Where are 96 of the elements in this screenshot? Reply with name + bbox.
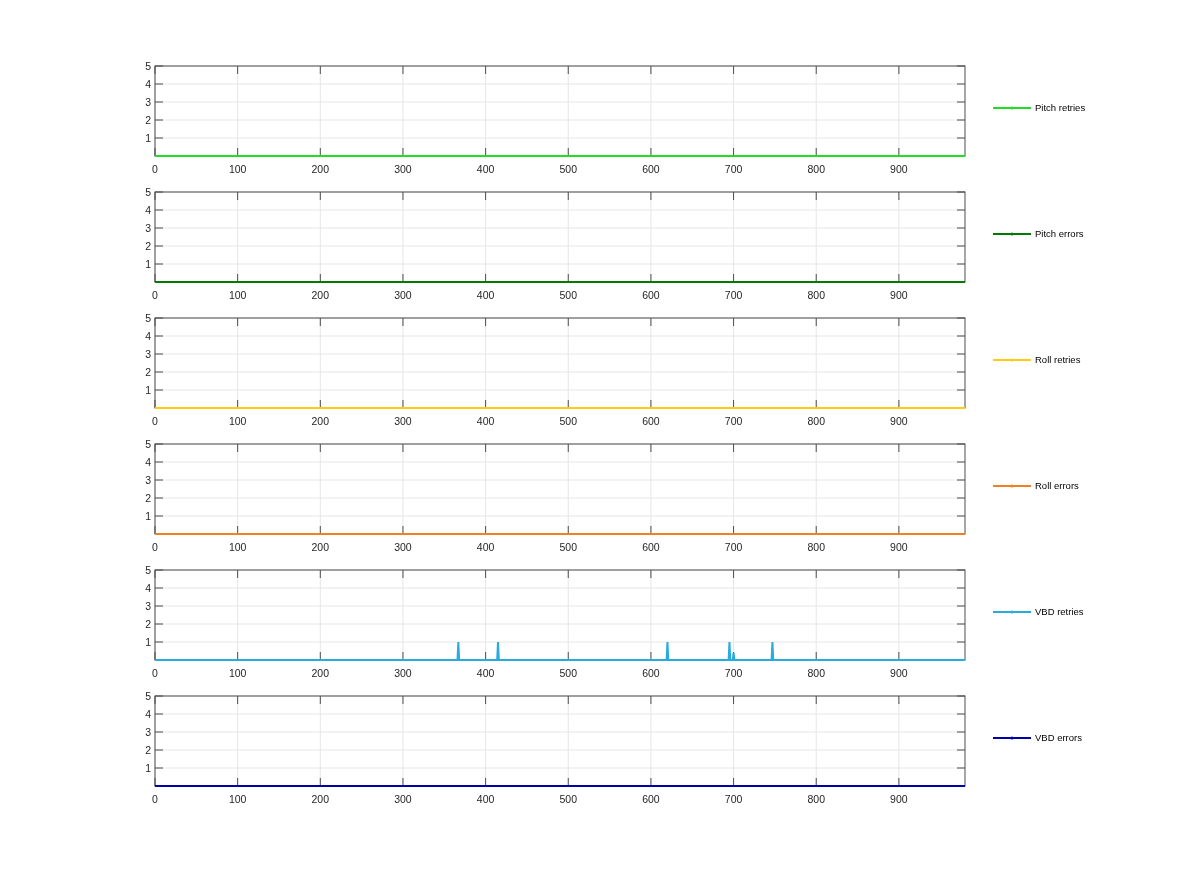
y-tick-label: 5 [145, 60, 151, 72]
x-tick-label: 0 [152, 415, 158, 427]
y-tick-label: 3 [145, 348, 151, 360]
x-tick-label: 400 [476, 541, 495, 553]
x-tick-label: 300 [394, 541, 412, 553]
x-tick-label: 600 [642, 415, 660, 427]
x-tick-label: 600 [642, 163, 660, 175]
x-tick-label: 300 [394, 667, 412, 679]
x-tick-label: 0 [152, 793, 158, 805]
y-tick-label: 4 [145, 582, 151, 594]
x-tick-label: 900 [890, 793, 908, 805]
x-tick-label: 500 [559, 667, 578, 679]
y-tick-label: 2 [145, 114, 151, 126]
x-tick-label: 700 [724, 667, 743, 679]
y-tick-label: 5 [145, 438, 151, 450]
x-tick-label: 100 [228, 289, 247, 301]
x-tick-label: 0 [152, 289, 158, 301]
x-tick-label: 800 [807, 541, 825, 553]
x-tick-label: 700 [724, 541, 743, 553]
y-tick-label: 5 [145, 312, 151, 324]
y-tick-label: 1 [145, 762, 151, 774]
x-tick-label: 300 [394, 289, 412, 301]
x-tick-label: 600 [642, 289, 660, 301]
y-tick-label: 5 [145, 690, 151, 702]
x-tick-label: 200 [311, 541, 330, 553]
y-tick-label: 5 [145, 564, 151, 576]
y-tick-label: 3 [145, 726, 151, 738]
x-tick-label: 500 [559, 163, 578, 175]
x-tick-label: 700 [724, 415, 743, 427]
x-tick-label: 200 [311, 163, 330, 175]
x-tick-label: 800 [807, 793, 825, 805]
y-tick-label: 2 [145, 744, 151, 756]
x-tick-label: 400 [476, 793, 495, 805]
y-tick-label: 3 [145, 96, 151, 108]
x-tick-label: 500 [559, 289, 578, 301]
y-tick-label: 4 [145, 330, 151, 342]
x-tick-label: 0 [152, 163, 158, 175]
x-tick-label: 400 [476, 289, 495, 301]
x-tick-label: 900 [890, 289, 908, 301]
y-tick-label: 5 [145, 186, 151, 198]
x-tick-label: 200 [311, 793, 330, 805]
y-tick-label: 1 [145, 258, 151, 270]
x-tick-label: 400 [476, 667, 495, 679]
y-tick-label: 4 [145, 708, 151, 720]
x-tick-label: 900 [890, 163, 908, 175]
legend-label: Roll errors [1035, 478, 1079, 493]
legend-label: VBD errors [1035, 730, 1082, 745]
x-tick-label: 500 [559, 415, 578, 427]
x-tick-label: 600 [642, 793, 660, 805]
y-tick-label: 1 [145, 510, 151, 522]
x-tick-label: 800 [807, 415, 825, 427]
y-tick-label: 4 [145, 204, 151, 216]
y-tick-label: 2 [145, 492, 151, 504]
x-tick-label: 800 [807, 289, 825, 301]
x-tick-label: 300 [394, 415, 412, 427]
y-tick-label: 3 [145, 600, 151, 612]
x-tick-label: 800 [807, 163, 825, 175]
y-tick-label: 4 [145, 456, 151, 468]
x-tick-label: 800 [807, 667, 825, 679]
x-tick-label: 0 [152, 541, 158, 553]
x-tick-label: 100 [228, 163, 247, 175]
y-tick-label: 1 [145, 132, 151, 144]
x-tick-label: 200 [311, 289, 330, 301]
y-tick-label: 2 [145, 240, 151, 252]
x-tick-label: 0 [152, 667, 158, 679]
x-tick-label: 100 [228, 667, 247, 679]
x-tick-label: 300 [394, 163, 412, 175]
x-tick-label: 600 [642, 667, 660, 679]
legend-label: Pitch retries [1035, 100, 1086, 115]
x-tick-label: 200 [311, 415, 330, 427]
x-tick-label: 400 [476, 415, 495, 427]
x-tick-label: 300 [394, 793, 412, 805]
x-tick-label: 100 [228, 415, 247, 427]
x-tick-label: 200 [311, 667, 330, 679]
y-tick-label: 3 [145, 474, 151, 486]
x-tick-label: 500 [559, 541, 578, 553]
y-tick-label: 1 [145, 636, 151, 648]
y-tick-label: 4 [145, 78, 151, 90]
y-tick-label: 3 [145, 222, 151, 234]
legend-label: Roll retries [1035, 352, 1081, 367]
x-tick-label: 100 [228, 793, 247, 805]
x-tick-label: 700 [724, 793, 743, 805]
y-tick-label: 2 [145, 366, 151, 378]
x-tick-label: 500 [559, 793, 578, 805]
y-tick-label: 1 [145, 384, 151, 396]
x-tick-label: 100 [228, 541, 247, 553]
x-tick-label: 600 [642, 541, 660, 553]
x-tick-label: 900 [890, 541, 908, 553]
legend-label: Pitch errors [1035, 226, 1084, 241]
x-tick-label: 700 [724, 289, 743, 301]
x-tick-label: 900 [890, 415, 908, 427]
x-tick-label: 700 [724, 163, 743, 175]
y-tick-label: 2 [145, 618, 151, 630]
x-tick-label: 900 [890, 667, 908, 679]
legend-label: VBD retries [1035, 604, 1084, 619]
x-tick-label: 400 [476, 163, 495, 175]
